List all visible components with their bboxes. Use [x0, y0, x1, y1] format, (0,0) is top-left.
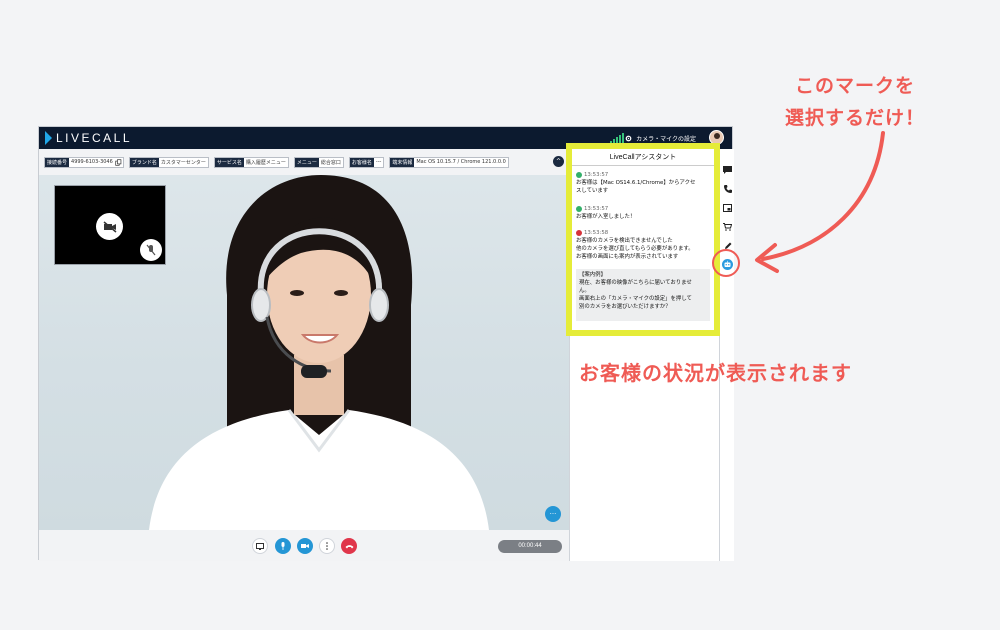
- chip-key: お客様名: [349, 157, 374, 167]
- info-chip-menu: メニュー 総合窓口: [293, 156, 344, 168]
- message-time: 13:53:58: [584, 230, 609, 236]
- message-text: スしています: [576, 188, 609, 194]
- gear-icon: [625, 135, 632, 141]
- info-chip-customer-name: お客様名 ---: [348, 156, 385, 168]
- microphone-icon: [281, 542, 285, 550]
- call-timer: 00:00:44: [498, 540, 562, 553]
- guide-line: ん。: [579, 288, 590, 294]
- info-chip-service: サービス名 購入履歴メニュー: [213, 156, 289, 168]
- mic-off-icon[interactable]: [140, 239, 162, 261]
- chip-key: ブランド名: [129, 157, 159, 167]
- message-text: お客様は【Mac OS14.6.1/Chrome】からアクセ: [576, 180, 696, 186]
- more-menu-button[interactable]: [319, 538, 335, 554]
- microphone-button[interactable]: [275, 538, 291, 554]
- camera-mic-settings-label: カメラ・マイクの設定: [636, 135, 696, 143]
- message-text: お客様の画面にも案内が表示されています: [576, 254, 679, 260]
- error-circle-icon: [576, 230, 582, 236]
- livecall-assistant-panel: LiveCallアシスタント 13:53:57 お客様は【Mac OS14.6.…: [566, 143, 720, 336]
- more-options-fab[interactable]: ···: [545, 506, 561, 522]
- check-circle-icon: [576, 172, 582, 178]
- chip-key: 端末情報: [390, 157, 415, 167]
- callout-arrow: [755, 131, 885, 273]
- hang-up-button[interactable]: [341, 538, 357, 554]
- chip-value: カスタマーセンター: [160, 159, 206, 166]
- chip-value: 購入履歴メニュー: [245, 159, 286, 166]
- collapse-info-button[interactable]: ^: [553, 156, 564, 167]
- assistant-message: 13:53:57 お客様は【Mac OS14.6.1/Chrome】からアクセ …: [576, 171, 695, 195]
- phone-icon[interactable]: [722, 183, 733, 194]
- vertical-dots-icon: [326, 542, 328, 550]
- chip-value: 4999-6103-3046: [71, 159, 113, 165]
- guide-example-box: 【案内例】 現在、お客様の映像がこちらに届いておりませ ん。 画面右上の「カメラ…: [576, 269, 710, 321]
- guide-header: 【案内例】: [579, 272, 606, 278]
- message-time-row: 13:53:57: [576, 205, 635, 213]
- session-info-bar: 接続番号 4999-6103-3046 ブランド名 カスタマーセンター サービス…: [39, 149, 569, 175]
- camera-off-icon[interactable]: [96, 213, 123, 240]
- copy-icon[interactable]: [115, 158, 122, 166]
- chip-key: 接続番号: [45, 157, 70, 167]
- screen-share-button[interactable]: [252, 538, 268, 554]
- message-time: 13:53:57: [584, 206, 609, 212]
- message-text: 他のカメラを選び直してもらう必要があります。: [576, 246, 694, 252]
- picture-in-picture-icon[interactable]: [722, 202, 733, 213]
- guide-line: 現在、お客様の映像がこちらに届いておりませ: [579, 280, 692, 286]
- callout-line: このマークを: [794, 75, 915, 97]
- guide-line: 別のカメラをお選びいただけますか？: [579, 304, 671, 310]
- screen-share-icon: [256, 542, 264, 550]
- hang-up-icon: [345, 544, 353, 548]
- video-camera-icon: [301, 544, 309, 548]
- chip-value: ---: [375, 159, 382, 165]
- assistant-message: 13:53:57 お客様が入室しました！: [576, 205, 635, 221]
- message-time-row: 13:53:58: [576, 229, 694, 237]
- info-chip-connection-number: 接続番号 4999-6103-3046: [44, 156, 124, 168]
- message-time: 13:53:57: [584, 172, 609, 178]
- guide-line: 画面右上の「カメラ・マイクの設定」を押して: [579, 296, 692, 302]
- info-chip-brand: ブランド名 カスタマーセンター: [128, 156, 209, 168]
- chip-value: 総合窓口: [320, 159, 341, 166]
- chip-key: メニュー: [294, 157, 319, 167]
- assistant-title: LiveCallアシスタント: [572, 149, 714, 166]
- livecall-logo: LIVECALL: [45, 131, 132, 145]
- message-text: お客様のカメラを検出できませんでした: [576, 238, 673, 244]
- check-circle-icon: [576, 206, 582, 212]
- highlight-circle: [712, 249, 740, 277]
- right-icon-rail: [719, 149, 734, 561]
- self-view-preview: [54, 185, 166, 265]
- chip-value: Mac OS 10.15.7 / Chrome 121.0.0.0: [416, 159, 506, 165]
- info-chip-device: 端末情報 Mac OS 10.15.7 / Chrome 121.0.0.0: [389, 156, 509, 168]
- cart-icon[interactable]: [722, 221, 733, 232]
- assistant-message: 13:53:58 お客様のカメラを検出できませんでした 他のカメラを選び直しても…: [576, 229, 694, 261]
- status-callout: お客様の状況が表示されます: [579, 361, 852, 385]
- message-time-row: 13:53:57: [576, 171, 695, 179]
- call-controls: 00:00:44: [39, 530, 569, 561]
- camera-button[interactable]: [297, 538, 313, 554]
- logo-chevron-icon: [45, 131, 52, 145]
- chip-key: サービス名: [214, 157, 244, 167]
- message-text: お客様が入室しました！: [576, 214, 636, 220]
- customer-video: ···: [39, 175, 569, 530]
- brand-name: LIVECALL: [56, 131, 133, 145]
- chat-icon[interactable]: [722, 164, 733, 175]
